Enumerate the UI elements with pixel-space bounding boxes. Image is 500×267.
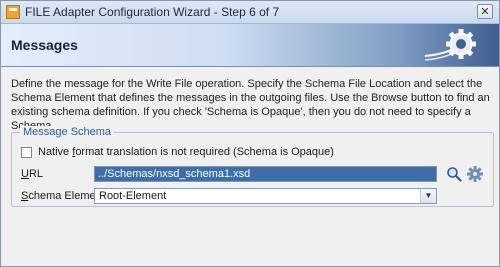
wizard-window: FILE Adapter Configuration Wizard - Step… <box>0 0 500 267</box>
opaque-schema-checkbox[interactable] <box>21 147 32 158</box>
app-icon <box>6 5 20 19</box>
selected-value: Root-Element <box>99 190 167 202</box>
window-title: FILE Adapter Configuration Wizard - Step… <box>25 5 280 19</box>
url-input[interactable] <box>94 166 437 182</box>
page-header: Messages <box>1 24 499 67</box>
opaque-schema-label: Native format translation is not require… <box>38 146 334 158</box>
url-label: URL <box>21 168 43 180</box>
label-mnemonic: U <box>21 168 29 180</box>
gear-icon <box>425 29 476 61</box>
group-legend: Message Schema <box>20 126 115 138</box>
settings-icon[interactable] <box>467 166 483 182</box>
schema-element-select[interactable]: Root-Element ▼ <box>94 188 437 204</box>
search-icon[interactable] <box>446 166 462 182</box>
label-rest: ormat translation is not required (Schem… <box>75 146 334 158</box>
message-schema-group: Message Schema Native format translation… <box>11 126 494 207</box>
title-bar: FILE Adapter Configuration Wizard - Step… <box>1 1 499 24</box>
chevron-down-icon[interactable]: ▼ <box>420 189 436 203</box>
label-prefix: Native <box>38 146 73 158</box>
label-rest: RL <box>28 168 44 180</box>
instructions-text: Define the message for the Write File op… <box>11 78 490 132</box>
schema-element-label: Schema Element <box>21 190 105 202</box>
page-title: Messages <box>11 37 78 53</box>
close-button[interactable]: ✕ <box>477 4 493 19</box>
